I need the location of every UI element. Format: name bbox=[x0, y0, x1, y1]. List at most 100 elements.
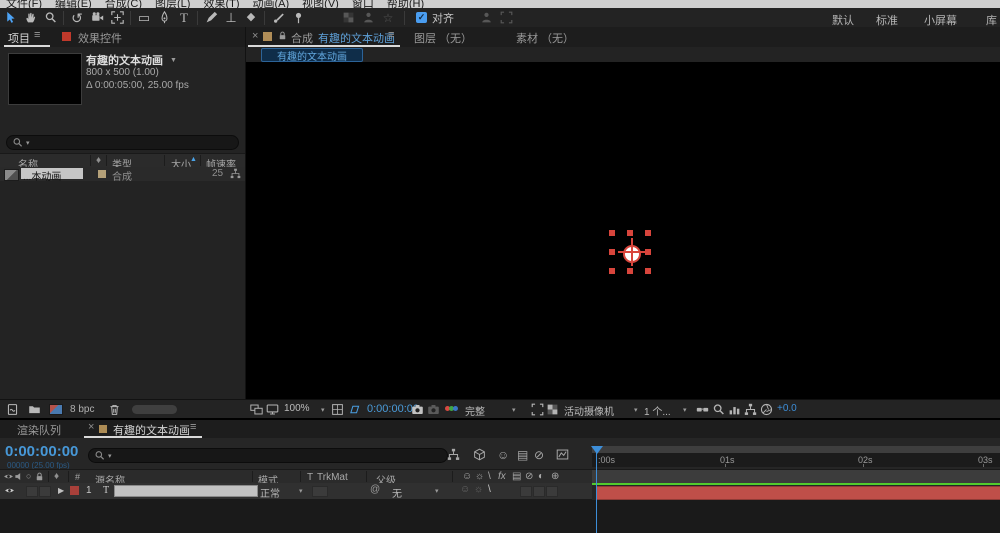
frame-blending-icon[interactable]: ▤ bbox=[517, 449, 528, 461]
tab-footage-viewer[interactable]: 素材 （无） bbox=[516, 30, 574, 46]
graph-editor-icon[interactable] bbox=[556, 448, 569, 464]
pan-behind-tool[interactable] bbox=[107, 9, 127, 26]
roto-brush-tool[interactable] bbox=[268, 9, 288, 26]
resolution-value[interactable]: 完整 bbox=[465, 403, 485, 418]
snap-checkbox[interactable]: ✓ bbox=[416, 12, 427, 23]
mini-flowchart-icon[interactable] bbox=[447, 448, 460, 464]
item-label-swatch[interactable] bbox=[98, 170, 106, 178]
close-tab-icon[interactable]: × bbox=[88, 422, 94, 433]
layer-switch-cell[interactable] bbox=[533, 486, 545, 497]
clone-stamp-tool[interactable]: ⊥ bbox=[221, 9, 241, 26]
layer-mode-value[interactable]: 正常 bbox=[260, 485, 280, 500]
pixel-aspect-correction-icon[interactable] bbox=[728, 403, 741, 419]
view-layout-caret-icon[interactable]: ▾ bbox=[683, 406, 687, 414]
playhead-marker[interactable] bbox=[591, 446, 603, 454]
selection-handle[interactable] bbox=[627, 268, 633, 274]
quality-switch-icon[interactable]: \ bbox=[488, 472, 491, 482]
effects-switch-icon[interactable]: fx bbox=[498, 472, 506, 482]
tab-project[interactable]: 项目 bbox=[8, 30, 30, 46]
tab-render-queue[interactable]: 渲染队列 bbox=[17, 422, 61, 438]
exposure-icon[interactable] bbox=[760, 403, 773, 419]
selection-tool[interactable] bbox=[0, 9, 20, 26]
resolution-caret-icon[interactable]: ▾ bbox=[512, 406, 516, 414]
project-comp-name[interactable]: 有趣的文本动画 bbox=[86, 52, 163, 68]
workspace-standard[interactable]: 标准 bbox=[876, 12, 898, 28]
time-ruler[interactable]: :00s 01s 02s 03s bbox=[592, 453, 1000, 467]
layer-parent-caret-icon[interactable]: ▾ bbox=[435, 487, 439, 495]
always-preview-icon[interactable] bbox=[250, 403, 263, 419]
layer-duration-bar[interactable] bbox=[596, 486, 1000, 500]
rotation-tool[interactable]: ↺ bbox=[67, 9, 87, 26]
item-flowchart-icon[interactable] bbox=[230, 168, 241, 182]
menu-edit[interactable]: 编辑(E) bbox=[55, 0, 92, 8]
item-name-rename-field[interactable]: ...本动画 bbox=[21, 168, 83, 179]
timeline-search-input[interactable]: ▾ bbox=[88, 448, 448, 463]
zoom-tool[interactable] bbox=[40, 9, 60, 26]
region-of-interest-icon[interactable] bbox=[531, 403, 544, 419]
close-tab-icon[interactable]: × bbox=[252, 31, 258, 42]
layer-label-swatch[interactable] bbox=[70, 486, 79, 495]
selection-handle[interactable] bbox=[645, 268, 651, 274]
menu-view[interactable]: 视图(V) bbox=[302, 0, 339, 8]
primary-viewer-icon[interactable] bbox=[266, 403, 279, 419]
menu-composition[interactable]: 合成(C) bbox=[105, 0, 142, 8]
comp-name-caret-icon[interactable]: ▼ bbox=[170, 57, 177, 64]
project-search-input[interactable]: ▾ bbox=[6, 135, 239, 150]
selection-handle[interactable] bbox=[609, 230, 615, 236]
parent-pickwhip-icon[interactable]: @ bbox=[370, 485, 380, 495]
trash-icon[interactable] bbox=[106, 401, 122, 418]
camera-view-value[interactable]: 活动摄像机 bbox=[564, 403, 614, 418]
selection-handle[interactable] bbox=[609, 249, 615, 255]
timeline-panel-menu-icon[interactable]: ≡ bbox=[190, 422, 196, 433]
layer-expand-icon[interactable]: ▶ bbox=[58, 487, 64, 495]
layer-collapse-icon[interactable]: ☼ bbox=[474, 485, 483, 495]
workspace-default[interactable]: 默认 bbox=[832, 12, 854, 28]
viewer-comp-name[interactable]: 有趣的文本动画 bbox=[318, 30, 395, 46]
column-layer-number[interactable]: # bbox=[75, 472, 80, 482]
view-layout-value[interactable]: 1 个... bbox=[644, 403, 671, 418]
column-preserve-transparency[interactable]: T bbox=[307, 472, 313, 483]
frame-blend-switch-icon[interactable]: ▤ bbox=[512, 472, 521, 482]
menu-window[interactable]: 窗口 bbox=[352, 0, 374, 8]
camera-tool[interactable] bbox=[87, 9, 107, 26]
grid-guides-icon[interactable] bbox=[331, 403, 344, 419]
shape-tool[interactable]: ▭ bbox=[134, 9, 154, 26]
layer-parent-value[interactable]: 无 bbox=[392, 485, 402, 500]
draft-3d-icon[interactable] bbox=[473, 448, 486, 464]
composition-viewport[interactable] bbox=[246, 62, 1000, 399]
collapse-switch-icon[interactable]: ☼ bbox=[475, 472, 484, 482]
menu-layer[interactable]: 图层(L) bbox=[155, 0, 190, 8]
layer-row[interactable]: ▶ 1 T 正常 ▾ @ 无 ▾ ☺ ☼ \ bbox=[0, 483, 592, 500]
lock-icon[interactable] bbox=[277, 30, 288, 44]
workspace-libraries[interactable]: 库 bbox=[986, 12, 997, 28]
trkmat-cell[interactable] bbox=[312, 486, 328, 497]
selection-handle[interactable] bbox=[627, 230, 633, 236]
playhead-line[interactable] bbox=[596, 446, 597, 533]
shy-switch-icon[interactable]: ☺ bbox=[462, 472, 472, 482]
current-timecode[interactable]: 0:00:00:00 bbox=[5, 443, 78, 460]
workspace-small-screen[interactable]: 小屏幕 bbox=[924, 12, 957, 28]
snapshot-icon[interactable] bbox=[411, 403, 424, 419]
magnification-caret-icon[interactable]: ▾ bbox=[321, 406, 325, 414]
interpret-footage-icon[interactable] bbox=[4, 401, 20, 418]
layer-mode-caret-icon[interactable]: ▾ bbox=[299, 487, 303, 495]
puppet-pin-tool[interactable] bbox=[288, 9, 308, 26]
layer-switch-cell[interactable] bbox=[546, 486, 558, 497]
exposure-value[interactable]: +0.0 bbox=[777, 403, 797, 414]
motion-blur-icon[interactable]: ⊘ bbox=[534, 449, 544, 461]
text-tool[interactable]: T bbox=[174, 9, 194, 26]
eraser-tool[interactable]: ◆ bbox=[241, 9, 261, 26]
layer-switch-cell[interactable] bbox=[39, 486, 51, 497]
camera-view-caret-icon[interactable]: ▾ bbox=[634, 406, 638, 414]
show-snapshot-icon[interactable] bbox=[427, 403, 440, 419]
label-column-icon[interactable]: ♦ bbox=[96, 156, 101, 166]
selection-handle[interactable] bbox=[609, 268, 615, 274]
tab-effect-controls[interactable]: 效果控件 bbox=[78, 30, 122, 46]
menu-effect[interactable]: 效果(T) bbox=[203, 0, 239, 8]
layer-name-input[interactable] bbox=[114, 485, 258, 497]
column-trkmat[interactable]: TrkMat bbox=[317, 472, 348, 483]
viewer-comp-label[interactable]: 合成 bbox=[291, 30, 313, 46]
hide-shy-layers-icon[interactable]: ☺ bbox=[497, 449, 509, 461]
tab-layer-viewer[interactable]: 图层 （无） bbox=[414, 30, 472, 46]
new-folder-icon[interactable] bbox=[26, 401, 42, 418]
